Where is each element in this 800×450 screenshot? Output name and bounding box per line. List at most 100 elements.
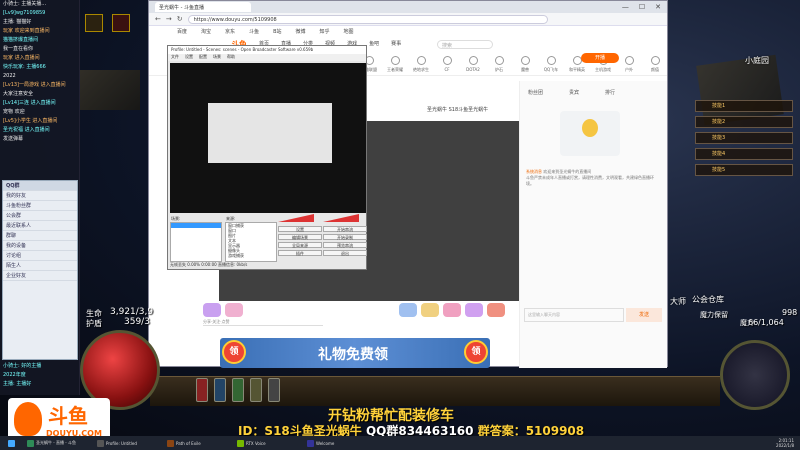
qq-row[interactable]: 最近联系人 [3, 221, 77, 231]
sources-list[interactable]: 窗口捕获 窗口 图片 文本 显示器 摄像头 游戏捕获 [225, 222, 277, 262]
back-icon[interactable]: ← [155, 15, 161, 23]
skill-slot[interactable]: 技能1 [695, 100, 793, 112]
taskbar-app[interactable]: RTX Voice [233, 437, 299, 449]
category-item[interactable]: 王者荣耀 [387, 56, 403, 73]
gift-icon[interactable] [465, 303, 483, 317]
qq-row[interactable]: 斗鱼粉丝群 [3, 201, 77, 211]
obs-button[interactable]: 开始串流 [323, 226, 367, 232]
life-flask[interactable] [196, 378, 208, 402]
category-item[interactable]: 颜值 [647, 56, 663, 73]
taskbar-app[interactable]: Profile: Untitled [93, 437, 159, 449]
category-item[interactable]: 户外 [621, 56, 637, 73]
refresh-icon[interactable]: ↻ [177, 15, 183, 23]
qq-row[interactable]: 我的好友 [3, 191, 77, 201]
category-icon [468, 56, 478, 65]
utility-flask[interactable] [250, 378, 262, 402]
taskbar-app[interactable]: Path of Exile [163, 437, 229, 449]
bookmark-item[interactable]: 地图 [344, 28, 354, 35]
side-tab[interactable]: 粉丝团 [528, 89, 543, 96]
url-input[interactable]: https://www.douyu.com/5109908 [187, 14, 548, 24]
mana-flask[interactable] [214, 378, 226, 402]
chat-input[interactable]: 这里输入聊天内容 [524, 308, 624, 322]
banner-coin-right: 领 [464, 340, 488, 364]
obs-button[interactable]: 全局来源 [278, 242, 322, 248]
npc-label[interactable]: 大师 [670, 296, 686, 307]
qq-row[interactable]: 陌生人 [3, 261, 77, 271]
skill-slot[interactable]: 技能5 [695, 164, 793, 176]
bookmark-item[interactable]: 淘宝 [201, 28, 211, 35]
qq-row[interactable]: 公会群 [3, 211, 77, 221]
close-icon[interactable]: ✕ [655, 3, 661, 11]
bookmark-item[interactable]: B站 [273, 28, 281, 35]
side-tab[interactable]: 贵宾 [569, 89, 579, 96]
send-button[interactable]: 发送 [626, 308, 662, 322]
qq-friend-list[interactable]: QQ群 我的好友 斗鱼粉丝群 公会群 最近联系人 群聊 我的设备 讨论组 陌生人 企业好友 [2, 180, 78, 360]
start-icon[interactable] [4, 437, 19, 449]
taskbar-app[interactable]: 圣光蜗牛 - 直播 - 斗鱼 [23, 437, 89, 449]
bookmark-item[interactable]: 京东 [225, 28, 235, 35]
maximize-icon[interactable]: ☐ [639, 3, 645, 11]
taskbar: 圣光蜗牛 - 直播 - 斗鱼 Profile: Untitled Path of E… [0, 436, 800, 450]
category-item[interactable]: QQ飞车 [543, 56, 559, 73]
obs-button[interactable]: 预览串流 [323, 242, 367, 248]
skill-slot[interactable]: 技能3 [695, 132, 793, 144]
bookmark-item[interactable]: 斗鱼 [249, 28, 259, 35]
obs-menu-item[interactable]: 文件 [171, 54, 179, 61]
search-input[interactable]: 搜索 [437, 40, 493, 49]
taskbar-app[interactable]: Welcome [303, 437, 369, 449]
utility-flask[interactable] [232, 378, 244, 402]
stash-label[interactable]: 公会仓库 [692, 294, 724, 305]
gift-icon[interactable] [487, 303, 505, 317]
obs-title: Profile: Untitled - Scenes: scenes - Ope… [168, 46, 366, 54]
gift-icon[interactable] [421, 303, 439, 317]
category-label: CF [444, 67, 450, 72]
gift-icon[interactable] [203, 303, 221, 317]
gift-icon[interactable] [225, 303, 243, 317]
bookmarks-bar: 百度 淘宝 京东 斗鱼 B站 微博 知乎 地图 [149, 26, 667, 36]
obs-button[interactable]: 退出 [323, 250, 367, 256]
gift-banner[interactable]: 领 礼物免费领 领 [220, 338, 490, 368]
obs-button[interactable]: 开始录制 [323, 234, 367, 240]
scenes-list[interactable] [170, 222, 222, 262]
qq-row[interactable]: 企业好友 [3, 271, 77, 281]
obs-menu-item[interactable]: 帮助 [227, 54, 235, 61]
obs-menu-item[interactable]: 场景 [213, 54, 221, 61]
category-item[interactable]: 绝地求生 [413, 56, 429, 73]
bookmark-item[interactable]: 百度 [177, 28, 187, 35]
obs-menu-item[interactable]: 配置 [199, 54, 207, 61]
category-label: 王者荣耀 [387, 67, 403, 72]
utility-flask[interactable] [268, 378, 280, 402]
browser-tab[interactable]: 圣光蜗牛 - 斗鱼直播 [155, 2, 251, 12]
site-nav-item[interactable]: 赛事 [391, 40, 401, 47]
chat-message: [Lv9]wg7109859 [3, 10, 46, 16]
bookmark-item[interactable]: 微博 [296, 28, 306, 35]
forward-icon[interactable]: → [166, 15, 172, 23]
site-nav-item[interactable]: 鱼吧 [369, 40, 379, 47]
skill-slot[interactable]: 技能4 [695, 148, 793, 160]
obs-source-item[interactable]: 游戏捕获 [226, 253, 276, 258]
open-live-button[interactable]: 开播 [581, 53, 619, 63]
qq-row[interactable]: 我的设备 [3, 241, 77, 251]
category-item[interactable]: 魔兽 [517, 56, 533, 73]
bookmark-item[interactable]: 知乎 [320, 28, 330, 35]
qq-row[interactable]: 讨论组 [3, 251, 77, 261]
obs-menu-item[interactable]: 设置 [185, 54, 193, 61]
category-label: 绝地求生 [413, 67, 429, 72]
obs-button[interactable]: 设置 [278, 226, 322, 232]
scene-item[interactable] [171, 223, 221, 228]
category-item[interactable]: DOTA2 [465, 56, 481, 73]
obs-button[interactable]: 插件 [278, 250, 322, 256]
qq-row[interactable]: 群聊 [3, 231, 77, 241]
skill-slot[interactable]: 技能2 [695, 116, 793, 128]
minimize-icon[interactable]: — [622, 3, 629, 11]
side-panel: 粉丝团 贵宾 排行 系统消息 欢迎来到圣光蜗牛的直播间 斗鱼严禁未成年人直播或打赏，… [519, 81, 667, 368]
obs-button[interactable]: 编辑场景 [278, 234, 322, 240]
taskbar-clock[interactable]: 2:01:11 2022/1/8 [776, 438, 800, 448]
gift-icon[interactable] [443, 303, 461, 317]
side-tab[interactable]: 排行 [605, 89, 615, 96]
gift-input[interactable]: 分享·关注·点赞 [203, 319, 323, 326]
gift-icon[interactable] [399, 303, 417, 317]
category-item[interactable]: CF [439, 56, 455, 73]
category-item[interactable]: 炉石 [491, 56, 507, 73]
category-label: 和平精英 [569, 67, 585, 72]
